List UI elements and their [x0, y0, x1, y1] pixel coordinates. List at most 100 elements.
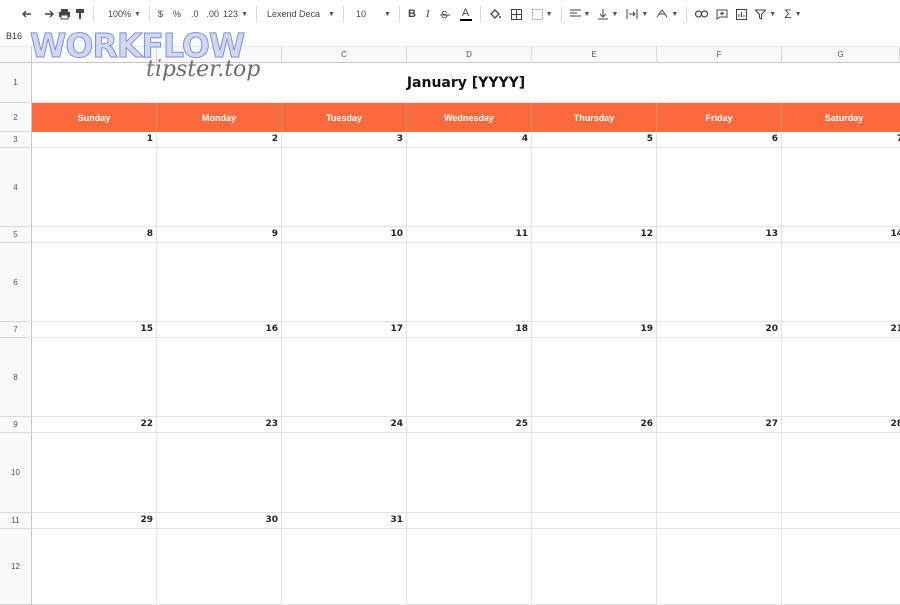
row-header[interactable]: 5	[0, 227, 32, 243]
text-color-button[interactable]: A	[459, 3, 472, 25]
day-notes-cell[interactable]	[532, 148, 657, 227]
day-header-saturday[interactable]: Saturday	[782, 103, 900, 132]
date-number-cell[interactable]: 6	[657, 132, 782, 148]
day-notes-cell[interactable]	[407, 433, 532, 513]
row-header[interactable]: 8	[0, 338, 32, 417]
day-header-sunday[interactable]: Sunday	[32, 103, 157, 132]
italic-button[interactable]: I	[426, 3, 430, 25]
date-number-cell[interactable]: 15	[32, 322, 157, 338]
day-notes-cell[interactable]	[782, 338, 900, 417]
day-notes-cell[interactable]	[782, 148, 900, 227]
day-notes-cell[interactable]	[282, 243, 407, 322]
date-number-cell[interactable]: 27	[657, 417, 782, 433]
day-notes-cell[interactable]	[782, 243, 900, 322]
day-header-friday[interactable]: Friday	[657, 103, 782, 132]
day-notes-cell[interactable]	[157, 243, 282, 322]
date-number-cell[interactable]: 1	[32, 132, 157, 148]
day-notes-cell[interactable]	[657, 338, 782, 417]
day-notes-cell[interactable]	[407, 338, 532, 417]
day-notes-cell[interactable]	[782, 529, 900, 605]
text-wrap-icon[interactable]: ▼	[626, 3, 648, 25]
insert-chart-icon[interactable]	[736, 3, 748, 25]
date-number-cell[interactable]: 17	[282, 322, 407, 338]
functions-button[interactable]: Σ ▼	[784, 3, 801, 25]
date-number-cell[interactable]: 2	[157, 132, 282, 148]
day-header-wednesday[interactable]: Wednesday	[407, 103, 532, 132]
insert-comment-icon[interactable]	[716, 3, 728, 25]
date-number-cell[interactable]: 4	[407, 132, 532, 148]
date-number-cell[interactable]	[532, 513, 657, 529]
font-select[interactable]: Lexend Deca ▼	[267, 3, 335, 25]
more-formats-button[interactable]: 123 ▼	[223, 3, 248, 25]
redo-icon[interactable]	[40, 3, 54, 25]
day-notes-cell[interactable]	[532, 338, 657, 417]
insert-link-icon[interactable]	[695, 3, 709, 25]
percent-button[interactable]: %	[173, 3, 181, 25]
decrease-decimal-button[interactable]: .0	[191, 3, 199, 25]
text-rotation-icon[interactable]: ▼	[656, 3, 678, 25]
select-all-corner[interactable]	[0, 47, 32, 63]
date-number-cell[interactable]: 22	[32, 417, 157, 433]
vertical-align-icon[interactable]: ▼	[598, 3, 618, 25]
filter-icon[interactable]: ▼	[755, 3, 776, 25]
day-notes-cell[interactable]	[282, 433, 407, 513]
date-number-cell[interactable]: 28	[782, 417, 900, 433]
borders-icon[interactable]	[510, 3, 522, 25]
fill-color-icon[interactable]	[489, 3, 501, 25]
date-number-cell[interactable]: 31	[282, 513, 407, 529]
row-header[interactable]: 12	[0, 529, 32, 605]
day-header-thursday[interactable]: Thursday	[532, 103, 657, 132]
date-number-cell[interactable]	[407, 513, 532, 529]
date-number-cell[interactable]: 25	[407, 417, 532, 433]
date-number-cell[interactable]: 26	[532, 417, 657, 433]
row-header[interactable]: 4	[0, 148, 32, 227]
column-header[interactable]: D	[407, 47, 532, 63]
day-notes-cell[interactable]	[532, 529, 657, 605]
date-number-cell[interactable]: 30	[157, 513, 282, 529]
zoom-select[interactable]: 100% ▼	[108, 3, 141, 25]
row-header[interactable]: 9	[0, 417, 32, 433]
date-number-cell[interactable]	[657, 513, 782, 529]
date-number-cell[interactable]: 5	[532, 132, 657, 148]
row-header[interactable]: 2	[0, 103, 32, 132]
date-number-cell[interactable]: 24	[282, 417, 407, 433]
row-header[interactable]: 1	[0, 63, 32, 103]
day-notes-cell[interactable]	[282, 529, 407, 605]
date-number-cell[interactable]: 3	[282, 132, 407, 148]
day-header-tuesday[interactable]: Tuesday	[282, 103, 407, 132]
bold-button[interactable]: B	[408, 3, 416, 25]
row-header[interactable]: 7	[0, 322, 32, 338]
date-number-cell[interactable]: 14	[782, 227, 900, 243]
increase-decimal-button[interactable]: .00	[207, 3, 220, 25]
merge-cells-icon[interactable]: ▼	[531, 3, 553, 25]
day-notes-cell[interactable]	[532, 433, 657, 513]
column-header[interactable]: E	[532, 47, 657, 63]
day-notes-cell[interactable]	[657, 433, 782, 513]
undo-icon[interactable]	[22, 3, 36, 25]
day-notes-cell[interactable]	[407, 148, 532, 227]
day-notes-cell[interactable]	[407, 529, 532, 605]
day-notes-cell[interactable]	[157, 338, 282, 417]
row-header[interactable]: 10	[0, 433, 32, 513]
name-box[interactable]: B16	[6, 31, 22, 41]
date-number-cell[interactable]: 11	[407, 227, 532, 243]
column-header[interactable]: F	[657, 47, 782, 63]
date-number-cell[interactable]: 13	[657, 227, 782, 243]
day-notes-cell[interactable]	[282, 148, 407, 227]
date-number-cell[interactable]: 21	[782, 322, 900, 338]
day-notes-cell[interactable]	[32, 529, 157, 605]
date-number-cell[interactable]: 8	[32, 227, 157, 243]
day-notes-cell[interactable]	[782, 433, 900, 513]
day-notes-cell[interactable]	[32, 148, 157, 227]
currency-button[interactable]: $	[158, 3, 163, 25]
date-number-cell[interactable]	[782, 513, 900, 529]
strikethrough-icon[interactable]: S	[439, 3, 450, 25]
horizontal-align-icon[interactable]: ▼	[569, 3, 590, 25]
day-notes-cell[interactable]	[532, 243, 657, 322]
day-notes-cell[interactable]	[407, 243, 532, 322]
date-number-cell[interactable]: 12	[532, 227, 657, 243]
day-notes-cell[interactable]	[157, 529, 282, 605]
font-size-select[interactable]: 10 ▼	[356, 3, 391, 25]
day-notes-cell[interactable]	[32, 338, 157, 417]
day-notes-cell[interactable]	[657, 243, 782, 322]
